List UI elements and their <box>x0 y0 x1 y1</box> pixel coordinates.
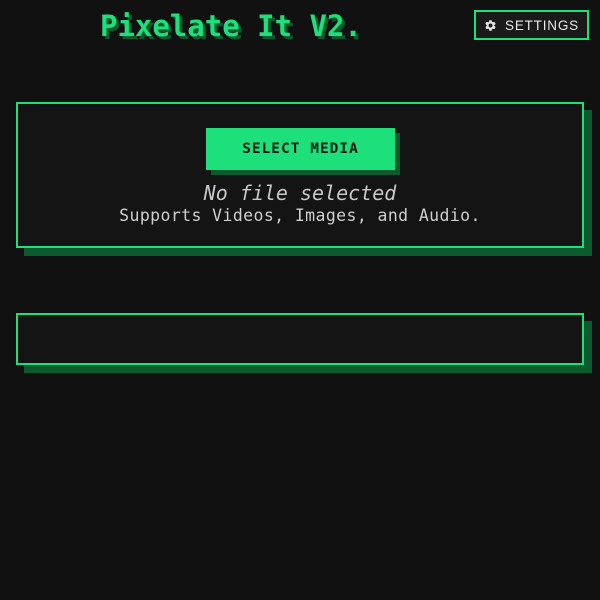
app-title: Pixelate It V2. <box>100 9 362 43</box>
output-panel <box>16 313 584 365</box>
settings-button[interactable]: SETTINGS <box>474 10 589 40</box>
settings-label: SETTINGS <box>505 17 579 33</box>
gear-icon <box>484 19 497 32</box>
select-media-button[interactable]: SELECT MEDIA <box>206 128 395 170</box>
supported-formats-text: Supports Videos, Images, and Audio. <box>119 206 481 225</box>
upload-panel: SELECT MEDIA No file selected Supports V… <box>16 102 584 248</box>
file-status: No file selected <box>203 181 397 205</box>
